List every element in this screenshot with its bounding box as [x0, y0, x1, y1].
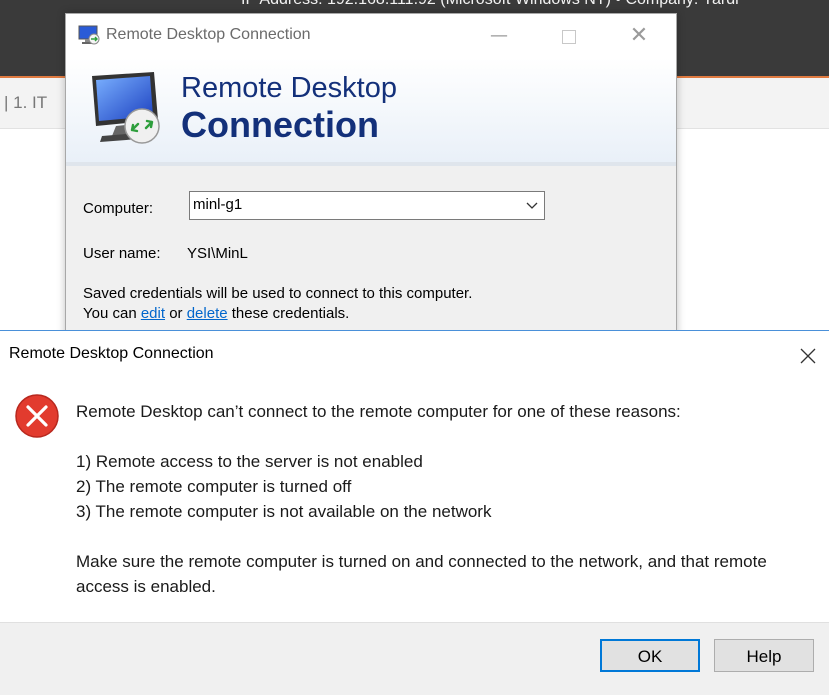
maximize-button[interactable] [546, 22, 592, 50]
error-reason: 2) The remote computer is turned off [76, 477, 352, 496]
credentials-actions: You can edit or delete these credentials… [83, 305, 349, 322]
error-reason: 3) The remote computer is not available … [76, 502, 492, 521]
username-value: YSI\MinL [187, 245, 248, 262]
chevron-down-icon[interactable] [526, 199, 538, 211]
computer-label: Computer: [83, 200, 154, 217]
error-dialog-footer: OK Help [0, 622, 829, 695]
username-label: User name: [83, 245, 161, 262]
remote-desktop-icon [78, 25, 100, 45]
banner-title-line2: Connection [181, 104, 379, 145]
error-note-continued: access is enabled. [76, 577, 216, 596]
background-breadcrumb: | 1. IT [4, 93, 48, 112]
error-reason: 1) Remote access to the server is not en… [76, 452, 423, 471]
rdc-window: Remote Desktop Connection — ✕ Remote Des… [65, 13, 677, 345]
close-icon[interactable] [793, 342, 823, 370]
delete-credentials-link[interactable]: delete [187, 305, 228, 322]
background-header-text: IP Address: 192.168.111.92 (Microsoft Wi… [241, 0, 739, 9]
ok-button[interactable]: OK [600, 639, 700, 672]
minimize-button[interactable]: — [476, 22, 522, 50]
credentials-or: or [169, 305, 183, 322]
computer-combobox[interactable]: minl-g1 [189, 191, 545, 220]
maximize-icon [562, 30, 576, 44]
credentials-prefix: You can [83, 305, 137, 322]
computer-value[interactable]: minl-g1 [193, 196, 242, 213]
credentials-suffix: these credentials. [231, 305, 350, 322]
rdc-titlebar[interactable]: Remote Desktop Connection — ✕ [66, 14, 676, 58]
error-dialog: Remote Desktop Connection Remote Desktop… [0, 330, 829, 695]
error-dialog-title: Remote Desktop Connection [9, 345, 214, 362]
banner-title-line1: Remote Desktop [181, 72, 397, 104]
help-button[interactable]: Help [714, 639, 814, 672]
remote-desktop-monitor-icon [92, 72, 160, 144]
error-note: Make sure the remote computer is turned … [76, 552, 767, 571]
credentials-info: Saved credentials will be used to connec… [83, 285, 473, 302]
rdc-banner: Remote Desktop Connection [66, 58, 676, 166]
rdc-window-title: Remote Desktop Connection [106, 26, 311, 43]
rdc-close-button[interactable]: ✕ [616, 22, 662, 50]
error-x-icon [15, 394, 59, 438]
error-main-message: Remote Desktop can’t connect to the remo… [76, 402, 681, 421]
edit-credentials-link[interactable]: edit [141, 305, 165, 322]
